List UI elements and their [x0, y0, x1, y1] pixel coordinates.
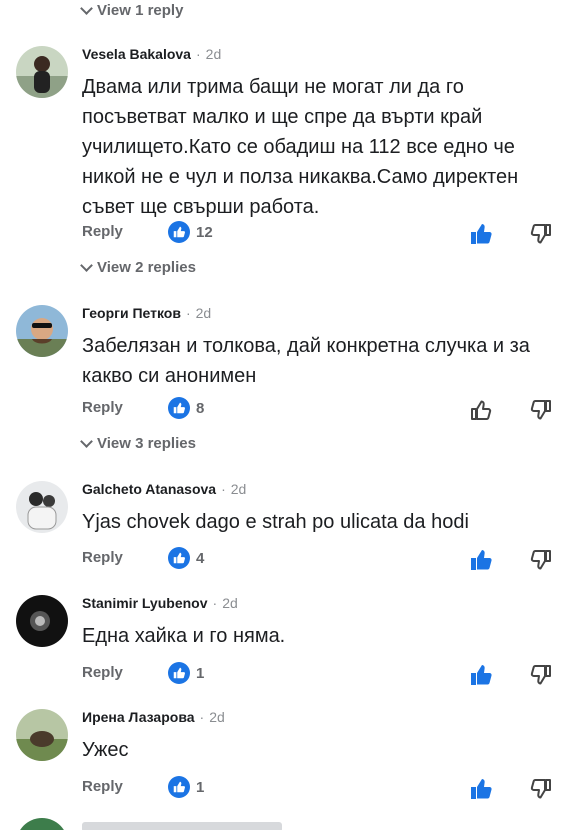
- author-name[interactable]: Георги Петков: [82, 305, 181, 321]
- view-replies-label: View 2 replies: [97, 259, 196, 276]
- comment-actions: Reply 1: [0, 776, 576, 802]
- comment-actions: Reply 8: [0, 397, 576, 423]
- upvote-button[interactable]: [468, 397, 494, 423]
- comment-text: Двама или трима бащи не могат ли да го п…: [82, 76, 519, 218]
- like-reaction-icon: [168, 776, 190, 798]
- like-reaction-icon: [168, 397, 190, 419]
- downvote-button[interactable]: [528, 662, 554, 688]
- avatar[interactable]: [16, 595, 68, 647]
- view-replies-link[interactable]: View 1 reply: [80, 1, 184, 19]
- reaction-summary[interactable]: 1: [168, 662, 204, 684]
- downvote-button[interactable]: [528, 221, 554, 247]
- reply-button[interactable]: Reply: [82, 223, 123, 240]
- timestamp[interactable]: 2d: [206, 46, 222, 62]
- avatar[interactable]: [16, 709, 68, 761]
- like-reaction-icon: [168, 221, 190, 243]
- reaction-count: 8: [196, 399, 205, 417]
- reaction-summary[interactable]: 12: [168, 221, 213, 243]
- author-name[interactable]: Stanimir Lyubenov: [82, 595, 208, 611]
- chevron-down-icon: [80, 258, 93, 272]
- author-name[interactable]: Ирена Лазарова: [82, 709, 195, 725]
- separator-dot: ·: [195, 46, 201, 62]
- timestamp[interactable]: 2d: [222, 595, 238, 611]
- reaction-summary[interactable]: 8: [168, 397, 204, 419]
- reply-button[interactable]: Reply: [82, 549, 123, 566]
- comment-actions: Reply 12: [0, 221, 576, 247]
- author-name[interactable]: Galcheto Atanasova: [82, 481, 216, 497]
- partial-comment-header: [82, 822, 282, 830]
- chevron-down-icon: [80, 1, 93, 15]
- timestamp[interactable]: 2d: [231, 481, 247, 497]
- view-replies-link[interactable]: View 3 replies: [80, 434, 196, 452]
- separator-dot: ·: [221, 481, 226, 497]
- reaction-count: 1: [196, 778, 205, 796]
- comment-text: Забелязан и толкова, дай конкретна случк…: [82, 335, 530, 387]
- avatar[interactable]: [16, 46, 68, 98]
- like-reaction-icon: [168, 547, 190, 569]
- comment-header: Vesela Bakalova · 2d: [82, 46, 221, 62]
- comment-header: Stanimir Lyubenov · 2d: [82, 595, 238, 611]
- reaction-count: 4: [196, 549, 205, 567]
- downvote-button[interactable]: [528, 776, 554, 802]
- author-name[interactable]: Vesela Bakalova: [82, 46, 191, 62]
- avatar[interactable]: [16, 305, 68, 357]
- comment-text: Ужес: [82, 739, 129, 761]
- chevron-down-icon: [80, 434, 93, 448]
- separator-dot: ·: [185, 305, 191, 321]
- like-reaction-icon: [168, 662, 190, 684]
- reply-button[interactable]: Reply: [82, 778, 123, 795]
- downvote-button[interactable]: [528, 547, 554, 573]
- reaction-count: 1: [196, 664, 205, 682]
- comment-text: Една хайка и го няма.: [82, 625, 286, 647]
- separator-dot: ·: [199, 709, 205, 725]
- downvote-button[interactable]: [528, 397, 554, 423]
- view-replies-label: View 1 reply: [97, 2, 184, 19]
- upvote-button[interactable]: [468, 662, 494, 688]
- comment-header: Георги Петков · 2d: [82, 305, 211, 321]
- comments-feed: View 1 reply Vesela Bakalova · 2d Двама …: [0, 0, 576, 830]
- avatar[interactable]: [16, 481, 68, 533]
- reply-button[interactable]: Reply: [82, 399, 123, 416]
- reaction-summary[interactable]: 4: [168, 547, 204, 569]
- comment-text: Yjas chovek dago e strah po ulicata da h…: [82, 511, 469, 533]
- comment-header: Ирена Лазарова · 2d: [82, 709, 225, 725]
- comment-actions: Reply 1: [0, 662, 576, 688]
- timestamp[interactable]: 2d: [209, 709, 225, 725]
- upvote-button[interactable]: [468, 776, 494, 802]
- reaction-count: 12: [196, 223, 213, 241]
- reply-button[interactable]: Reply: [82, 664, 123, 681]
- avatar[interactable]: [16, 818, 68, 830]
- upvote-button[interactable]: [468, 221, 494, 247]
- comment-actions: Reply 4: [0, 547, 576, 573]
- timestamp[interactable]: 2d: [196, 305, 212, 321]
- separator-dot: ·: [212, 595, 218, 611]
- reaction-summary[interactable]: 1: [168, 776, 204, 798]
- view-replies-link[interactable]: View 2 replies: [80, 258, 196, 276]
- comment-header: Galcheto Atanasova · 2d: [82, 481, 246, 497]
- view-replies-label: View 3 replies: [97, 435, 196, 452]
- upvote-button[interactable]: [468, 547, 494, 573]
